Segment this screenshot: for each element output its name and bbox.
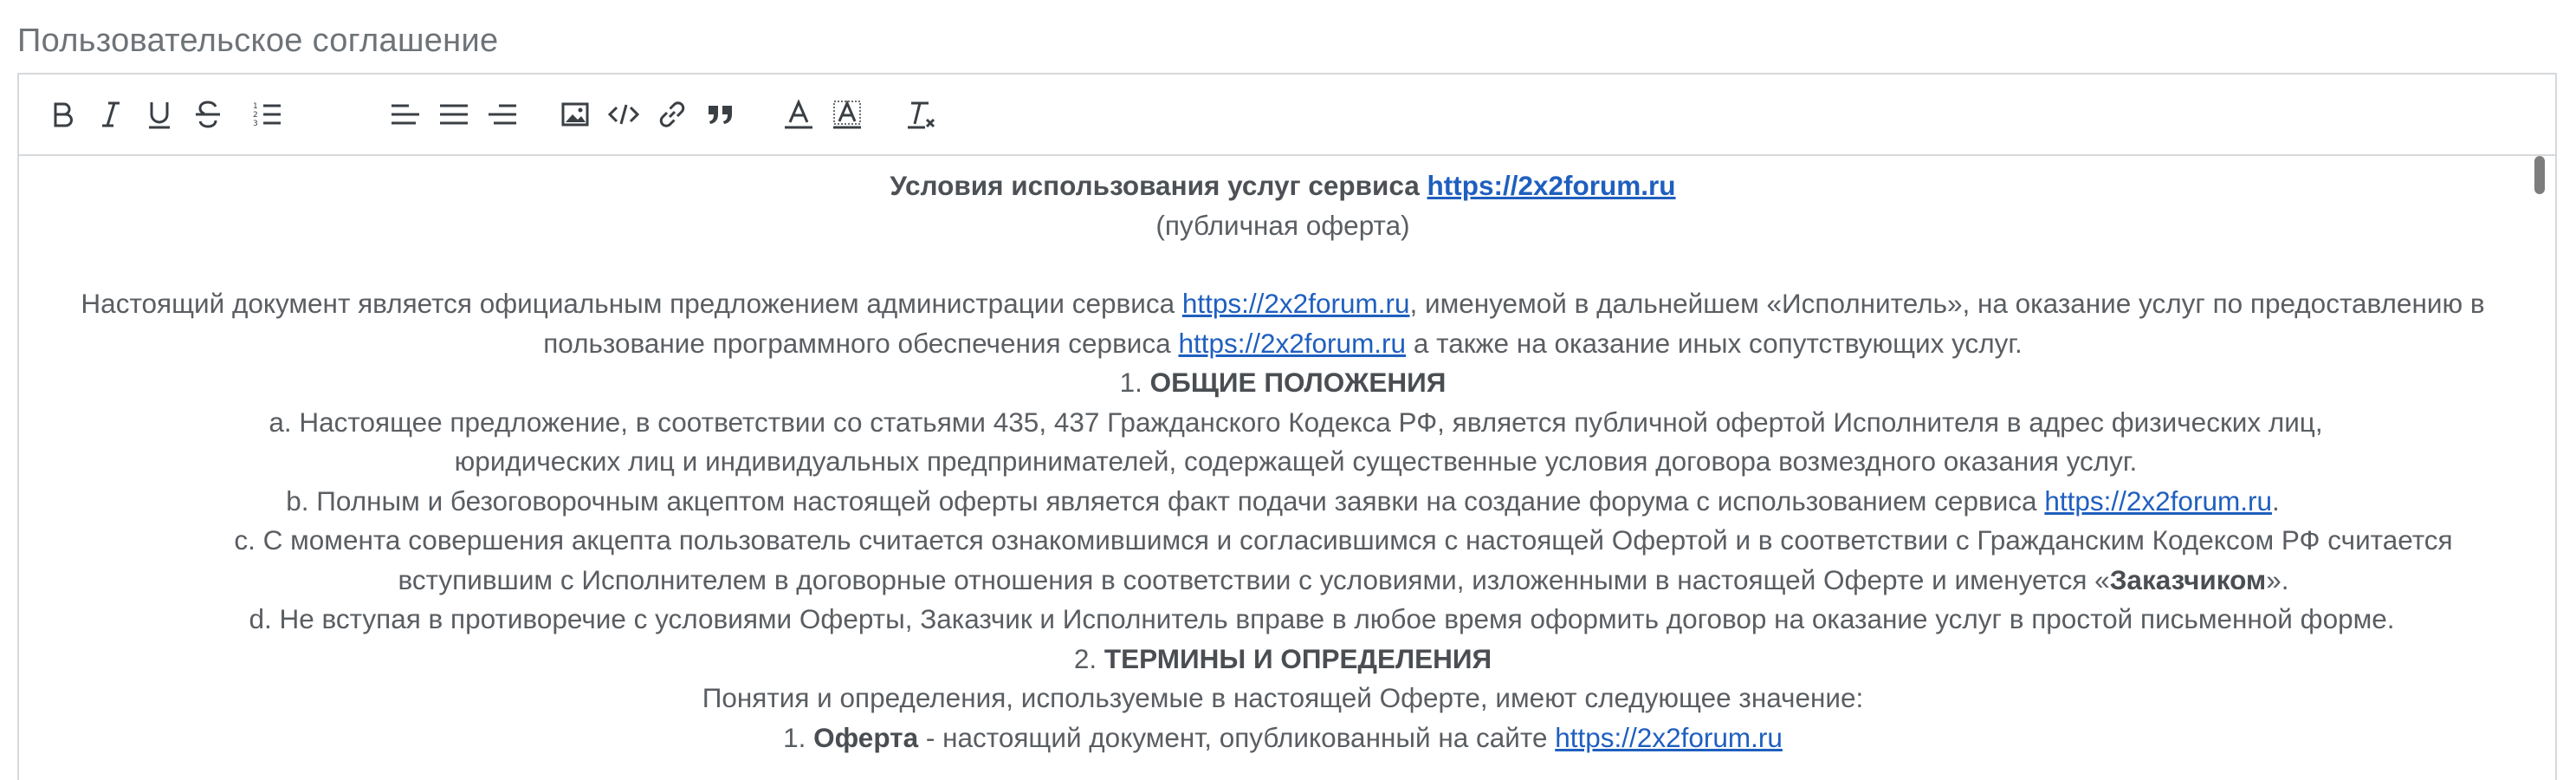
blockquote-button[interactable] — [700, 94, 741, 135]
document-title: Условия использования услуг сервиса http… — [890, 170, 1676, 201]
section-1-item-b: b. Полным и безоговорочным акцептом наст… — [286, 484, 2280, 517]
italic-icon — [102, 101, 120, 127]
quote-icon — [709, 106, 732, 124]
align-right-button[interactable] — [482, 94, 523, 135]
svg-text:3: 3 — [253, 120, 258, 128]
ordered-list-button[interactable]: 123 — [246, 94, 288, 135]
ordered-list-icon: 123 — [253, 102, 281, 128]
field-label: Пользовательское соглашение — [17, 23, 499, 59]
editor-scrollbar-thumb[interactable] — [2534, 156, 2545, 194]
term-1-link[interactable]: https://2x2forum.ru — [1555, 722, 1783, 753]
font-color-icon — [785, 99, 812, 129]
section-1-item-a: a. Настоящее предложение, в соответствии… — [269, 406, 2323, 478]
strikethrough-button[interactable] — [187, 94, 229, 135]
align-left-icon — [392, 104, 419, 125]
clear-format-button[interactable] — [901, 94, 942, 135]
bold-button[interactable] — [42, 94, 83, 135]
background-color-button[interactable] — [826, 94, 868, 135]
editor-content-area[interactable]: Условия использования услуг сервиса http… — [19, 154, 2555, 780]
bold-icon — [54, 102, 73, 127]
intro-link-2[interactable]: https://2x2forum.ru — [1178, 328, 1406, 359]
section-2-intro: Понятия и определения, используемые в на… — [702, 682, 1864, 713]
svg-text:2: 2 — [253, 111, 258, 120]
link-icon — [659, 101, 685, 127]
intro-paragraph: Настоящий документ является официальным … — [81, 288, 2485, 359]
item-b-link[interactable]: https://2x2forum.ru — [2044, 485, 2272, 517]
align-center-icon — [440, 104, 468, 125]
rich-text-editor: 123 Условия использования услуг сервиса … — [17, 73, 2557, 780]
align-left-button[interactable] — [385, 94, 426, 135]
code-button[interactable] — [603, 94, 644, 135]
clear-format-icon — [908, 101, 935, 129]
insert-link-button[interactable] — [651, 94, 693, 135]
image-icon — [561, 102, 589, 127]
font-color-button[interactable] — [778, 94, 819, 135]
term-1: 1. Оферта - настоящий документ, опублико… — [783, 721, 1783, 753]
svg-text:1: 1 — [253, 102, 258, 111]
highlight-icon — [833, 100, 861, 129]
italic-button[interactable] — [90, 94, 132, 135]
underline-button[interactable] — [139, 94, 180, 135]
underline-icon — [149, 102, 170, 129]
section-2-heading: 2. ТЕРМИНЫ И ОПРЕДЕЛЕНИЯ — [1073, 642, 1492, 674]
section-1-item-d: d. Не вступая в противоречие с условиями… — [249, 603, 2395, 634]
section-1-heading: 1. ОБЩИЕ ПОЛОЖЕНИЯ — [1119, 367, 1447, 398]
title-link[interactable]: https://2x2forum.ru — [1427, 170, 1676, 201]
align-right-icon — [489, 104, 516, 125]
strikethrough-icon — [196, 101, 220, 128]
section-1-item-c: c. С момента совершения акцепта пользова… — [234, 524, 2453, 595]
editor-toolbar: 123 — [19, 75, 2555, 156]
document-subtitle: (публичная оферта) — [1155, 209, 1410, 241]
align-center-button[interactable] — [433, 94, 475, 135]
intro-link-1[interactable]: https://2x2forum.ru — [1182, 288, 1410, 319]
insert-image-button[interactable] — [554, 94, 596, 135]
code-icon — [607, 104, 640, 125]
document-body: Условия использования услуг сервиса http… — [19, 154, 2555, 757]
